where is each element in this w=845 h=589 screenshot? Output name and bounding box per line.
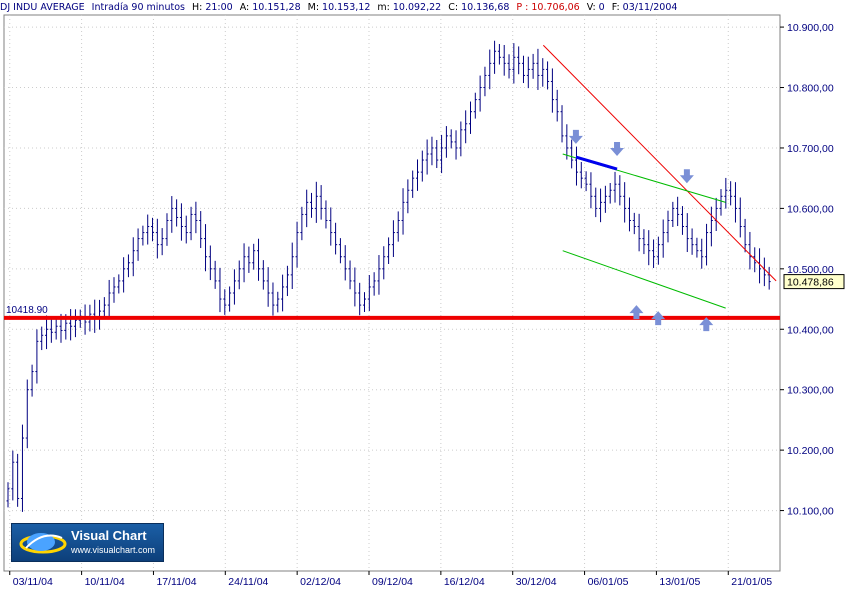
header-field: C: 10.136,68 — [448, 2, 509, 13]
header-field-label: V: — [586, 2, 596, 13]
header-field-label: F: — [611, 2, 620, 13]
header-field-label: H: — [191, 2, 203, 13]
header-field-label: M: — [307, 2, 320, 13]
x-tick-label: 21/01/05 — [731, 576, 772, 588]
x-tick-label: 24/11/04 — [228, 576, 268, 588]
x-tick-label: 06/01/05 — [588, 576, 629, 588]
y-tick-label: 10.400,00 — [787, 324, 834, 336]
y-tick-label: 10.900,00 — [787, 22, 834, 34]
price-chart[interactable]: 10418.90 10.100,00 10.200,00 10.300,00 10.4… — [0, 0, 845, 589]
y-tick-label: 10.800,00 — [787, 83, 834, 95]
header-field-label: P : — [516, 2, 529, 13]
header-field-label: m: — [377, 2, 390, 13]
y-tick-label: 10.500,00 — [787, 264, 834, 276]
x-axis: 03/11/04 10/11/04 17/11/04 24/11/04 02/12/04… — [9, 571, 772, 588]
header-field-value: 10.092,22 — [392, 2, 442, 13]
header-field: P :10.706,06 — [516, 2, 579, 13]
y-tick-label: 10.700,00 — [787, 143, 834, 155]
support-label: 10418.90 — [6, 305, 48, 316]
instrument-name: DJ INDU AVERAGE — [0, 2, 85, 13]
header-field: H: 21:00 — [192, 2, 233, 13]
header-field: M: 10.153,12 — [308, 2, 371, 13]
header-field-value: 10.153,12 — [322, 2, 371, 13]
y-tick-label: 10.100,00 — [787, 506, 834, 518]
header-field-value: 21:00 — [205, 2, 233, 13]
x-tick-label: 16/12/04 — [444, 576, 485, 588]
header-field-label: C: — [448, 2, 459, 13]
logo-url: www.visualchart.com — [71, 545, 156, 555]
plot-area — [3, 14, 781, 572]
y-tick-label: 10.300,00 — [787, 385, 834, 397]
x-tick-label: 03/11/04 — [13, 576, 53, 588]
x-tick-label: 13/01/05 — [659, 576, 700, 588]
y-tick-label: 10.600,00 — [787, 203, 834, 215]
logo-title: Visual Chart — [71, 528, 147, 543]
header-fields: H: 21:00 A: 10.151,28 M: 10.153,12 m: 10.092,22… — [192, 2, 684, 13]
header-field-value: 0 — [598, 2, 605, 13]
header-field-value: 03/11/2004 — [622, 2, 678, 13]
x-tick-label: 17/11/04 — [156, 576, 196, 588]
header-field: m: 10.092,22 — [377, 2, 441, 13]
x-tick-label: 09/12/04 — [372, 576, 413, 588]
y-tick-label: 10.200,00 — [787, 445, 834, 457]
chart-window: 10418.90 10.100,00 10.200,00 10.300,00 10.4… — [0, 0, 845, 589]
interval-label: Intradía 90 minutos — [91, 2, 185, 13]
last-price-label: 10.478,86 — [787, 277, 834, 289]
y-axis: 10.100,00 10.200,00 10.300,00 10.400,00 10.5… — [780, 22, 845, 518]
x-tick-label: 30/12/04 — [516, 576, 557, 588]
x-tick-label: 02/12/04 — [300, 576, 341, 588]
chart-header: DJ INDU AVERAGE Intradía 90 minutos H: 21:0… — [0, 0, 780, 15]
header-field: V: 0 — [587, 2, 605, 13]
header-field-value: 10.151,28 — [252, 2, 301, 13]
header-field-value: 10.706,06 — [531, 2, 580, 13]
header-field: F: 03/11/2004 — [612, 2, 678, 13]
header-field: A: 10.151,28 — [240, 2, 301, 13]
header-field-label: A: — [239, 2, 250, 13]
header-field-value: 10.136,68 — [461, 2, 510, 13]
x-tick-label: 10/11/04 — [85, 576, 125, 588]
visual-chart-logo: Visual Chart www.visualchart.com — [11, 523, 164, 562]
swoosh-icon — [19, 533, 67, 554]
